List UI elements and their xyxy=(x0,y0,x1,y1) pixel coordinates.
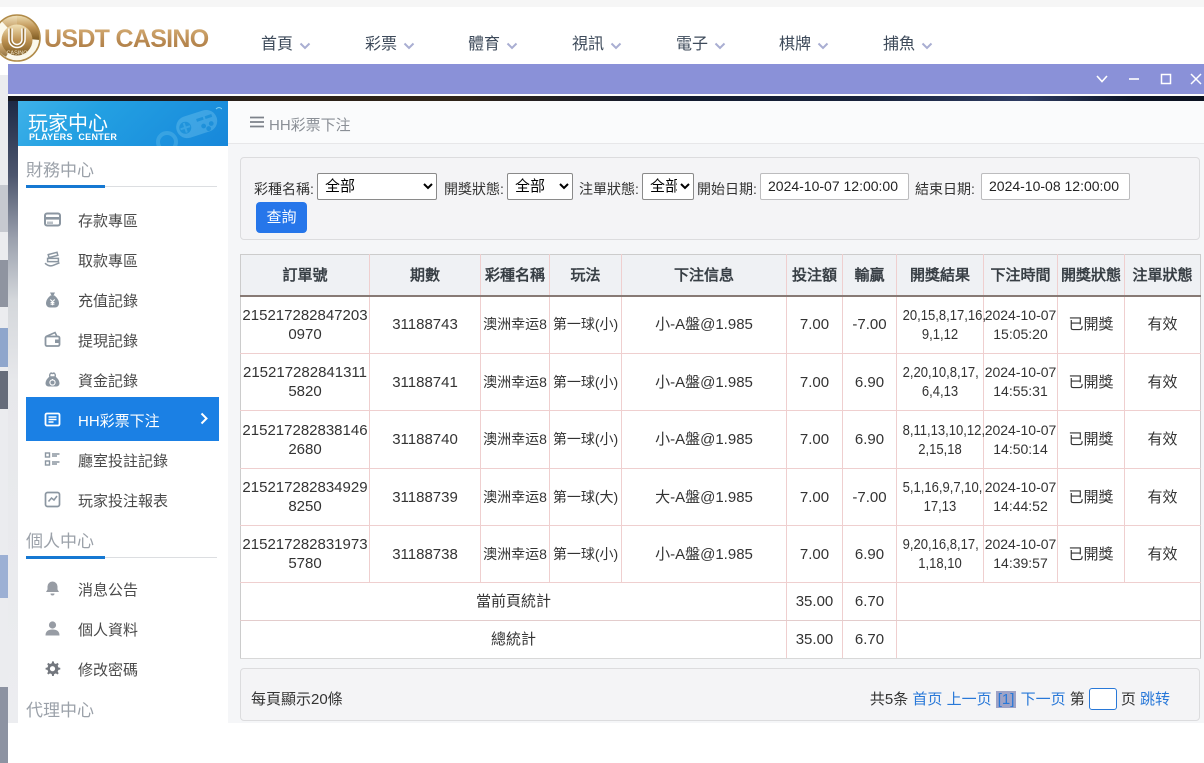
svg-text:CASINO: CASINO xyxy=(6,51,28,57)
